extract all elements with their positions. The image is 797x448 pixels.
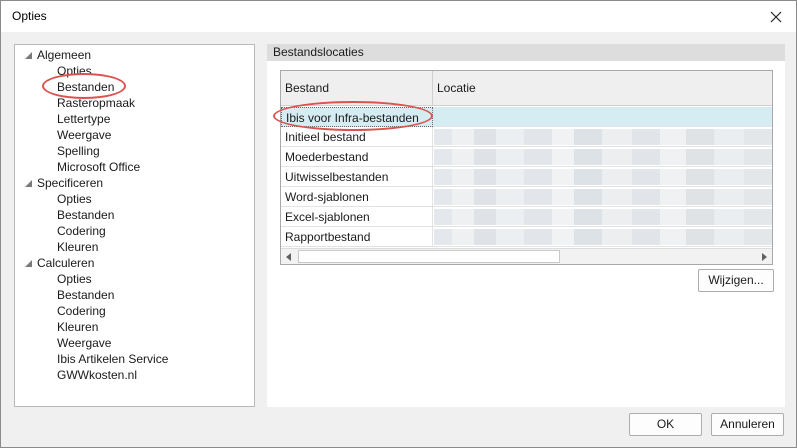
settings-tree: Algemeen Opties Bestanden Rasteropmaak Lette… [14, 44, 255, 407]
tree-item[interactable]: Lettertype [57, 111, 110, 127]
tree-item[interactable]: GWWkosten.nl [57, 367, 137, 383]
expand-arrow-icon[interactable] [23, 255, 33, 271]
scroll-left-button[interactable] [281, 249, 297, 264]
table-row[interactable]: Excel-sjablonen [281, 207, 772, 227]
options-dialog: Opties Algemeen Opties Bestanden Rasteropma… [0, 0, 797, 448]
cell-bestand[interactable]: Moederbestand [281, 147, 433, 167]
table-row[interactable]: Uitwisselbestanden [281, 167, 772, 187]
tree-item[interactable]: Weergave [57, 335, 111, 351]
grid-header: Bestand Locatie [281, 71, 772, 106]
expand-arrow-icon[interactable] [23, 175, 33, 191]
column-header-bestand[interactable]: Bestand [281, 71, 433, 106]
tree-item[interactable]: Ibis Artikelen Service [57, 351, 168, 367]
panel-title: Bestandslocaties [267, 44, 785, 61]
scroll-right-icon [762, 252, 767, 261]
tree-item[interactable]: Spelling [57, 143, 100, 159]
scroll-left-icon [286, 252, 291, 261]
tree-group-label: Specificeren [37, 176, 104, 190]
tree-item[interactable]: Opties [57, 63, 92, 79]
tree-item[interactable]: Opties [57, 271, 92, 287]
change-button[interactable]: Wijzigen... [698, 269, 774, 292]
tree-item[interactable]: Bestanden [57, 207, 114, 223]
tree-item[interactable]: Codering [57, 223, 106, 239]
cell-locatie-blurred[interactable] [434, 109, 772, 125]
cell-locatie-blurred[interactable] [434, 169, 772, 185]
cell-locatie-blurred[interactable] [434, 209, 772, 225]
table-row[interactable]: Initieel bestand [281, 127, 772, 147]
tree-item[interactable]: Microsoft Office [57, 159, 140, 175]
column-header-locatie[interactable]: Locatie [433, 71, 772, 106]
cell-bestand[interactable]: Word-sjablonen [281, 187, 433, 207]
cell-locatie-blurred[interactable] [434, 149, 772, 165]
cell-locatie-blurred[interactable] [434, 229, 772, 245]
tree-item[interactable]: Codering [57, 303, 106, 319]
window-title: Opties [12, 9, 47, 23]
cell-locatie-blurred[interactable] [434, 129, 772, 145]
cell-bestand[interactable]: Initieel bestand [281, 127, 433, 147]
title-bar: Opties [1, 1, 796, 32]
cell-bestand[interactable]: Ibis voor Infra-bestanden [281, 107, 433, 127]
table-row[interactable]: Moederbestand [281, 147, 772, 167]
file-locations-grid: Bestand Locatie Ibis voor Infra-bestande… [280, 70, 773, 265]
table-row[interactable]: Word-sjablonen [281, 187, 772, 207]
cell-locatie-blurred[interactable] [434, 189, 772, 205]
file-locations-panel: Bestandslocaties Bestand Locatie Ibis vo… [267, 44, 785, 407]
tree-item[interactable]: Weergave [57, 127, 111, 143]
scrollbar-thumb[interactable] [298, 250, 560, 263]
horizontal-scrollbar[interactable] [281, 248, 772, 264]
tree-item[interactable]: Kleuren [57, 239, 98, 255]
tree-item[interactable]: Bestanden [57, 79, 114, 95]
table-row[interactable]: Ibis voor Infra-bestanden [281, 107, 772, 127]
tree-item[interactable]: Rasteropmaak [57, 95, 135, 111]
expand-arrow-icon[interactable] [23, 47, 33, 63]
close-icon [770, 11, 782, 22]
tree-item[interactable]: Kleuren [57, 319, 98, 335]
tree-item[interactable]: Bestanden [57, 287, 114, 303]
tree-group-label: Algemeen [37, 48, 92, 62]
tree-item[interactable]: Opties [57, 191, 92, 207]
ok-button[interactable]: OK [629, 413, 702, 436]
cell-bestand[interactable]: Rapportbestand [281, 227, 433, 247]
cell-bestand[interactable]: Uitwisselbestanden [281, 167, 433, 187]
scroll-right-button[interactable] [756, 249, 772, 264]
table-row[interactable]: Rapportbestand [281, 227, 772, 247]
cancel-button[interactable]: Annuleren [711, 413, 784, 436]
tree-group-label: Calculeren [37, 256, 95, 270]
cell-bestand[interactable]: Excel-sjablonen [281, 207, 433, 227]
close-button[interactable] [756, 1, 796, 32]
